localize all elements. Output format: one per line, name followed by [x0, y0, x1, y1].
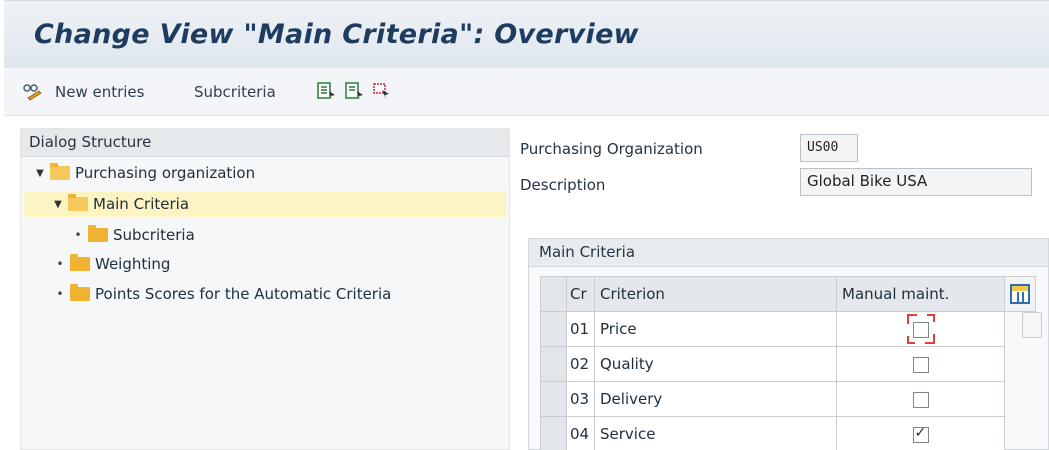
tree-item-main-criteria[interactable]: ▼ Main Criteria: [24, 191, 506, 217]
manual-maint-checkbox-checked[interactable]: [912, 425, 929, 443]
expand-caret-icon[interactable]: ▼: [52, 199, 64, 210]
bullet-icon: •: [56, 257, 64, 271]
cr-cell: 03: [566, 381, 595, 417]
purchasing-organization-field[interactable]: US00: [800, 134, 858, 162]
description-field: Global Bike USA: [800, 168, 1032, 196]
folder-icon: [50, 163, 70, 180]
tree-item-points-scores[interactable]: • Points Scores for the Automatic Criter…: [54, 281, 504, 307]
folder-icon: [70, 254, 90, 271]
table-settings-button[interactable]: [1004, 276, 1036, 312]
page-title: Change View "Main Criteria": Overview: [34, 19, 639, 50]
criterion-cell: Price: [594, 311, 837, 347]
tree-item-label: Points Scores for the Automatic Criteria: [95, 285, 392, 303]
manual-maint-checkbox[interactable]: [912, 391, 929, 408]
tree-item-label: Main Criteria: [93, 195, 190, 213]
table-row: 04 Service: [540, 416, 1036, 450]
criterion-cell: Quality: [594, 346, 837, 382]
select-block-icon[interactable]: [372, 81, 392, 101]
scroll-gutter: [1005, 417, 1036, 450]
purchasing-organization-label: Purchasing Organization: [520, 140, 703, 158]
tree-item-label: Purchasing organization: [75, 164, 256, 182]
tree-item-weighting[interactable]: • Weighting: [54, 251, 504, 277]
subcriteria-button[interactable]: Subcriteria: [194, 80, 276, 104]
row-selector[interactable]: [540, 311, 567, 347]
tree-item-subcriteria[interactable]: • Subcriteria: [72, 222, 502, 248]
focus-indicator: [906, 314, 935, 344]
folder-icon: [70, 284, 90, 301]
application-toolbar: New entries Subcriteria: [4, 68, 1049, 116]
criterion-cell: Service: [594, 416, 837, 450]
column-header-criterion[interactable]: Criterion: [594, 276, 837, 312]
column-header-manual-maint[interactable]: Manual maint.: [836, 276, 1005, 312]
manual-maint-checkbox[interactable]: [912, 321, 929, 338]
tree-item-label: Subcriteria: [113, 226, 195, 244]
row-selector[interactable]: [540, 346, 567, 382]
scroll-gutter: [1005, 382, 1036, 417]
scroll-gutter: [1005, 347, 1036, 382]
bullet-icon: •: [74, 228, 82, 242]
folder-icon: [88, 225, 108, 242]
subcriteria-label: Subcriteria: [194, 83, 276, 101]
new-entries-button[interactable]: New entries: [55, 80, 144, 104]
deselect-icon[interactable]: [344, 81, 364, 101]
table-header-row: Cr Criterion Manual maint.: [540, 276, 1036, 312]
dialog-structure-title: Dialog Structure: [21, 129, 509, 157]
select-all-rows-button[interactable]: [540, 276, 567, 312]
column-header-cr[interactable]: Cr: [566, 276, 595, 312]
manual-maint-checkbox[interactable]: [912, 356, 929, 373]
vertical-scrollbar[interactable]: [1022, 312, 1042, 338]
folder-open-icon: [68, 194, 88, 211]
new-entries-label: New entries: [55, 83, 145, 101]
table-settings-icon: [1010, 284, 1030, 304]
select-all-icon[interactable]: [316, 81, 336, 101]
manual-maint-cell: [836, 381, 1005, 417]
table-row: 01 Price: [540, 311, 1036, 347]
description-label: Description: [520, 176, 606, 194]
title-bar: Change View "Main Criteria": Overview: [4, 0, 1049, 68]
bullet-icon: •: [56, 287, 64, 301]
main-criteria-title: Main Criteria: [529, 239, 1048, 267]
table-row: 03 Delivery: [540, 381, 1036, 417]
cr-cell: 01: [566, 311, 595, 347]
tree-item-purchasing-organization[interactable]: ▼ Purchasing organization: [34, 160, 504, 186]
tree-item-label: Weighting: [95, 255, 171, 273]
table-row: 02 Quality: [540, 346, 1036, 382]
manual-maint-cell: [836, 311, 1005, 347]
row-selector[interactable]: [540, 416, 567, 450]
row-selector[interactable]: [540, 381, 567, 417]
cr-cell: 04: [566, 416, 595, 450]
criterion-cell: Delivery: [594, 381, 837, 417]
main-criteria-table: Cr Criterion Manual maint. 01 Price 02 Q…: [540, 276, 1036, 450]
glasses-change-icon[interactable]: [22, 81, 42, 101]
manual-maint-cell: [836, 346, 1005, 382]
expand-caret-icon[interactable]: ▼: [34, 168, 46, 179]
cr-cell: 02: [566, 346, 595, 382]
manual-maint-cell: [836, 416, 1005, 450]
